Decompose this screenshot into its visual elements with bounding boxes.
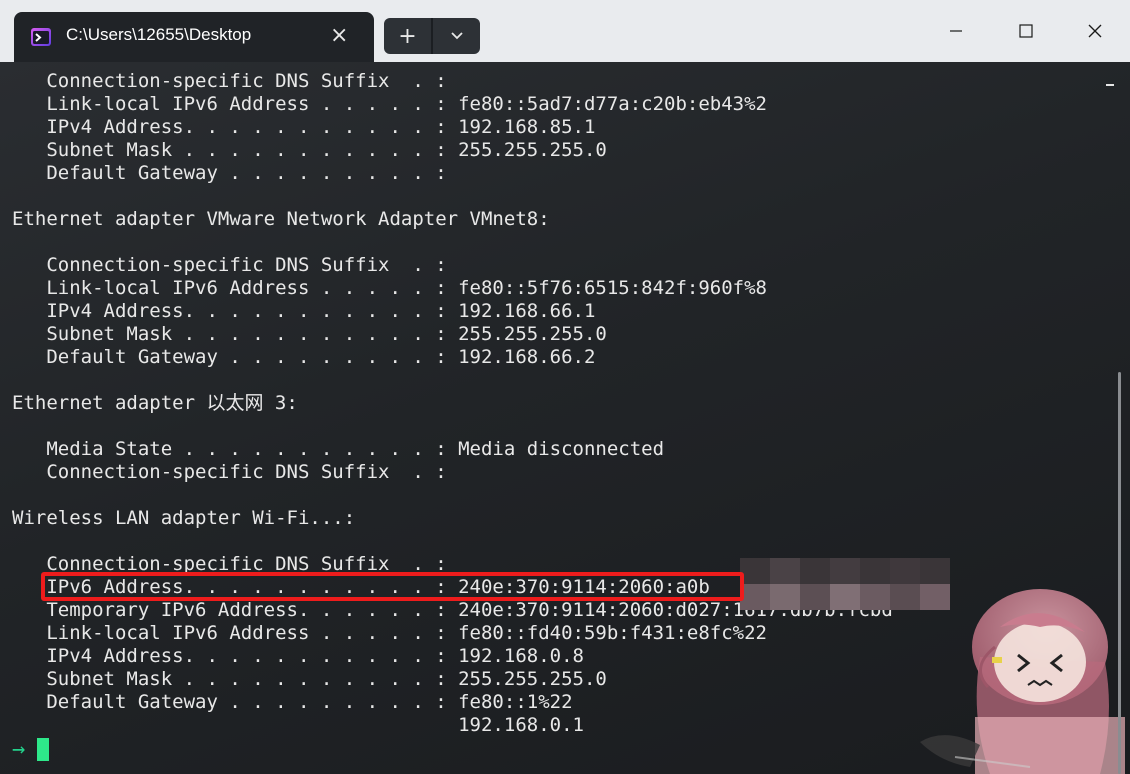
- terminal-line: Ethernet adapter VMware Network Adapter …: [12, 208, 550, 230]
- scroll-indicator-icon: [1106, 84, 1114, 86]
- close-window-button[interactable]: [1072, 14, 1118, 48]
- scrollbar-thumb[interactable]: [1118, 372, 1121, 774]
- terminal-line: Subnet Mask . . . . . . . . . . . : 255.…: [12, 323, 607, 345]
- terminal-line: Link-local IPv6 Address . . . . . : fe80…: [12, 277, 767, 299]
- new-tab-button[interactable]: +: [384, 18, 431, 54]
- terminal-line: Connection-specific DNS Suffix . :: [12, 254, 447, 276]
- maximize-button[interactable]: [1003, 14, 1049, 48]
- terminal-line: Media State . . . . . . . . . . . : Medi…: [12, 438, 665, 460]
- terminal-pane[interactable]: Connection-specific DNS Suffix . : Link-…: [0, 62, 1130, 774]
- prompt-arrow-icon: →: [12, 736, 26, 762]
- terminal-line: Subnet Mask . . . . . . . . . . . : 255.…: [12, 139, 607, 161]
- terminal-line: IPv4 Address. . . . . . . . . . . : 192.…: [12, 116, 596, 138]
- tab-active[interactable]: C:\Users\12655\Desktop ×: [14, 12, 374, 62]
- title-bar: C:\Users\12655\Desktop × +: [0, 0, 1130, 62]
- minimize-icon: [950, 30, 962, 32]
- terminal-line: Link-local IPv6 Address . . . . . : fe80…: [12, 622, 767, 644]
- tab-dropdown-button[interactable]: [433, 18, 480, 54]
- highlight-annotation: [41, 572, 744, 601]
- terminal-line: Default Gateway . . . . . . . . . : 192.…: [12, 346, 596, 368]
- text-cursor: [37, 737, 50, 761]
- terminal-line: Subnet Mask . . . . . . . . . . . : 255.…: [12, 668, 607, 690]
- maximize-icon: [1019, 24, 1033, 38]
- terminal-line: 192.168.0.1: [12, 714, 584, 736]
- terminal-line: Default Gateway . . . . . . . . . : fe80…: [12, 691, 573, 713]
- terminal-line: Connection-specific DNS Suffix . :: [12, 70, 447, 92]
- terminal-line: Wireless LAN adapter Wi-Fi...:: [12, 507, 356, 529]
- close-tab-button[interactable]: ×: [330, 24, 348, 48]
- terminal-line: IPv4 Address. . . . . . . . . . . : 192.…: [12, 300, 596, 322]
- terminal-icon: [31, 28, 51, 46]
- chevron-down-icon: [450, 32, 463, 40]
- terminal-output: Connection-specific DNS Suffix . : Link-…: [12, 70, 893, 737]
- terminal-line: IPv4 Address. . . . . . . . . . . : 192.…: [12, 645, 584, 667]
- terminal-line: Ethernet adapter 以太网 3:: [12, 392, 298, 414]
- new-tab-group: +: [384, 18, 480, 54]
- command-prompt[interactable]: →: [12, 736, 50, 762]
- close-icon: [1088, 24, 1102, 38]
- terminal-line: Link-local IPv6 Address . . . . . : fe80…: [12, 93, 767, 115]
- redaction-mosaic: [740, 558, 950, 610]
- minimize-button[interactable]: [933, 14, 979, 48]
- terminal-line: Default Gateway . . . . . . . . . :: [12, 162, 447, 184]
- tab-title: C:\Users\12655\Desktop: [66, 25, 252, 44]
- terminal-line: Connection-specific DNS Suffix . :: [12, 461, 447, 483]
